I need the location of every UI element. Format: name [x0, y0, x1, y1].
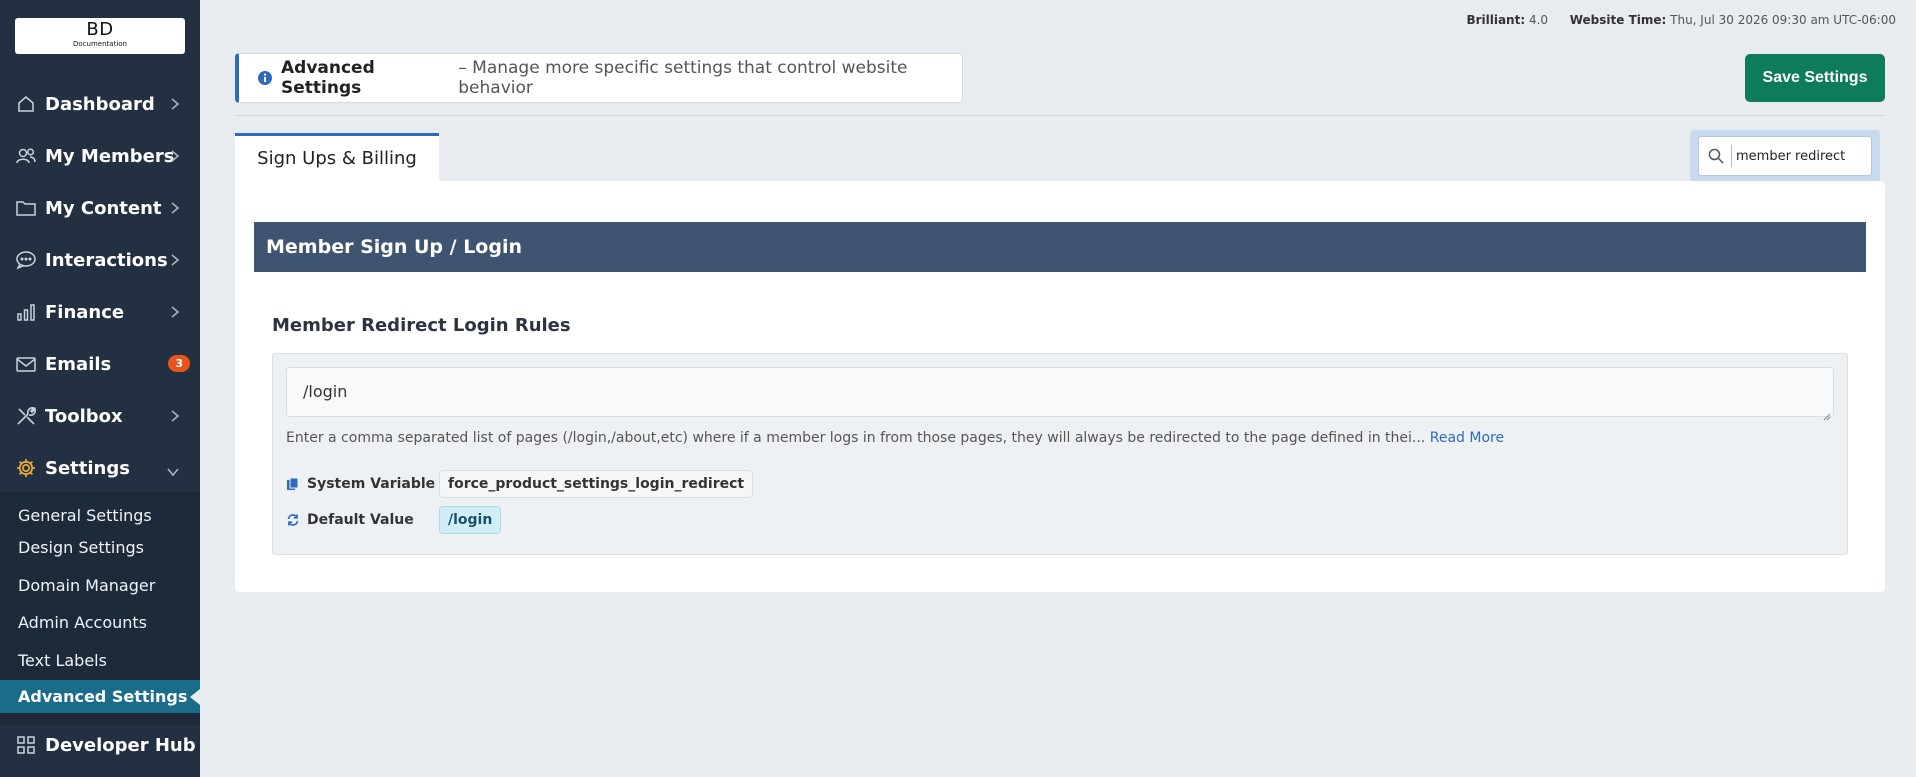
section-header: Member Sign Up / Login — [254, 222, 1866, 272]
search-input[interactable] — [1736, 148, 1856, 164]
page-description: – Manage more specific settings that con… — [458, 58, 908, 98]
submenu-item-general-settings[interactable]: General Settings — [0, 499, 200, 532]
sidebar-item-label: Dashboard — [45, 93, 155, 115]
field-help-text: Enter a comma separated list of pages (/… — [286, 430, 1504, 446]
sidebar-item-settings[interactable]: Settings — [0, 442, 200, 494]
version-value: 4.0 — [1528, 13, 1549, 27]
save-settings-button[interactable]: Save Settings — [1745, 54, 1885, 102]
sidebar-item-my-members[interactable]: My Members — [0, 130, 200, 182]
mail-icon — [14, 352, 38, 376]
logo-subtitle: Documentation — [73, 40, 127, 48]
redirect-rules-textarea[interactable]: /login — [286, 367, 1834, 421]
sidebar-item-toolbox[interactable]: Toolbox — [0, 390, 200, 442]
sidebar-item-dashboard[interactable]: Dashboard — [0, 78, 200, 130]
sidebar-item-label: Toolbox — [45, 405, 123, 427]
chevron-right-icon — [170, 252, 180, 271]
sidebar-item-my-content[interactable]: My Content — [0, 182, 200, 234]
version-label: Brilliant: — [1466, 13, 1526, 27]
sidebar-item-finance[interactable]: Finance — [0, 286, 200, 338]
settings-search — [1690, 130, 1880, 182]
search-icon — [1707, 147, 1725, 165]
submenu-item-text-labels[interactable]: Text Labels — [0, 644, 200, 677]
chat-icon — [14, 248, 38, 272]
sidebar-item-label: Developer Hub — [45, 734, 196, 756]
submenu-item-admin-accounts[interactable]: Admin Accounts — [0, 606, 200, 639]
settings-submenu: General Settings Design Settings Domain … — [0, 492, 200, 725]
header-divider — [235, 115, 1885, 116]
search-box — [1698, 136, 1872, 176]
unread-count-badge: 3 — [168, 355, 190, 372]
settings-card: Member Sign Up / Login Member Redirect L… — [235, 181, 1885, 592]
grid-icon — [14, 733, 38, 757]
website-time-label: Website Time: — [1569, 13, 1667, 27]
sidebar-item-label: Emails — [45, 353, 112, 375]
submenu-item-domain-manager[interactable]: Domain Manager — [0, 569, 200, 602]
chevron-right-icon — [170, 408, 180, 427]
help-text: Enter a comma separated list of pages (/… — [286, 430, 1426, 446]
logo-text: BD — [86, 19, 114, 40]
bar-chart-icon — [14, 300, 38, 324]
read-more-link[interactable]: Read More — [1430, 430, 1504, 446]
page-title: Advanced Settings — [281, 58, 375, 98]
sidebar-item-developer-hub[interactable]: Developer Hub — [0, 720, 200, 770]
resize-grip-icon[interactable] — [1823, 406, 1831, 421]
submenu-item-design-settings[interactable]: Design Settings — [0, 531, 200, 564]
site-status-bar: Brilliant: 4.0 Website Time: Thu, Jul 30… — [1466, 13, 1896, 27]
default-value-label: Default Value — [307, 512, 414, 528]
sidebar-item-interactions[interactable]: Interactions — [0, 234, 200, 286]
field-title: Member Redirect Login Rules — [272, 315, 571, 336]
system-variable-row: System Variable force_product_settings_l… — [286, 469, 754, 499]
default-value-row: Default Value /login — [286, 505, 502, 535]
chevron-right-icon — [170, 200, 180, 219]
sidebar-item-label: Settings — [45, 457, 130, 479]
sidebar-item-label: Interactions — [45, 249, 168, 271]
tab-sign-ups-billing[interactable]: Sign Ups & Billing — [235, 133, 439, 181]
users-icon — [14, 144, 38, 168]
submenu-item-advanced-settings[interactable]: Advanced Settings — [0, 680, 200, 713]
chevron-right-icon — [170, 96, 180, 115]
system-variable-value: force_product_settings_login_redirect — [439, 470, 754, 498]
system-variable-label: System Variable — [307, 476, 436, 492]
refresh-icon[interactable] — [286, 513, 300, 527]
sidebar-item-emails[interactable]: Emails 3 — [0, 338, 200, 390]
copy-icon[interactable] — [286, 477, 300, 491]
default-value: /login — [439, 506, 502, 534]
sidebar: BD Documentation Dashboard My Members My… — [0, 0, 200, 777]
chevron-right-icon — [170, 148, 180, 167]
sidebar-item-label: My Content — [45, 197, 162, 219]
setting-field-box: /login Enter a comma separated list of p… — [272, 353, 1848, 555]
page-header-banner: Advanced Settings – Manage more specific… — [235, 53, 963, 103]
info-icon — [257, 70, 273, 86]
brand-logo[interactable]: BD Documentation — [15, 18, 185, 54]
textarea-value: /login — [303, 382, 348, 401]
sidebar-item-label: My Members — [45, 145, 175, 167]
folder-icon — [14, 196, 38, 220]
chevron-right-icon — [170, 304, 180, 323]
home-icon — [14, 92, 38, 116]
tools-icon — [14, 404, 38, 428]
gear-icon — [14, 456, 38, 480]
sidebar-item-label: Finance — [45, 301, 125, 323]
website-time-value: Thu, Jul 30 2026 09:30 am UTC-06:00 — [1670, 13, 1896, 27]
chevron-down-icon — [166, 462, 180, 481]
search-divider — [1731, 145, 1732, 167]
